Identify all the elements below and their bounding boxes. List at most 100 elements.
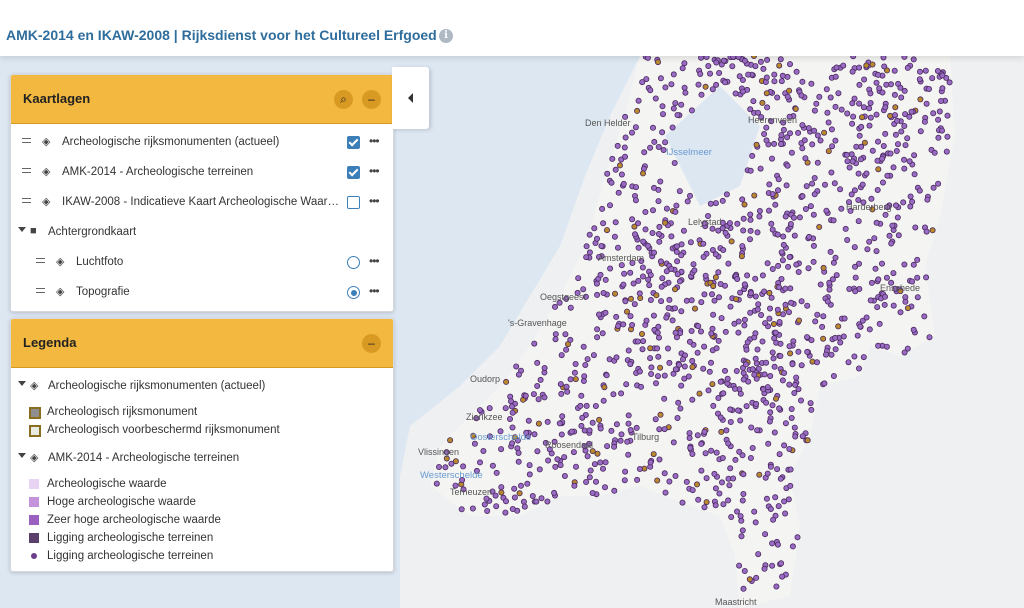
archaeology-site-dot[interactable] bbox=[613, 354, 620, 361]
archaeology-site-dot[interactable] bbox=[732, 385, 739, 392]
archaeology-site-dot[interactable] bbox=[738, 253, 745, 260]
archaeology-site-dot[interactable] bbox=[492, 492, 499, 499]
archaeology-site-dot[interactable] bbox=[766, 181, 773, 188]
archaeology-site-dot[interactable] bbox=[592, 402, 599, 409]
archaeology-site-dot[interactable] bbox=[709, 381, 716, 388]
archaeology-site-dot[interactable] bbox=[789, 543, 796, 550]
archaeology-site-dot[interactable] bbox=[856, 64, 863, 71]
archaeology-site-dot[interactable] bbox=[657, 364, 664, 371]
archaeology-site-dot[interactable] bbox=[848, 191, 855, 198]
archaeology-site-dot[interactable] bbox=[894, 214, 901, 221]
archaeology-site-dot[interactable] bbox=[657, 411, 664, 418]
archaeology-site-dot[interactable] bbox=[890, 164, 897, 171]
archaeology-site-dot[interactable] bbox=[717, 378, 724, 385]
archaeology-site-dot[interactable] bbox=[737, 289, 744, 296]
archaeology-site-dot[interactable] bbox=[934, 67, 941, 74]
archaeology-site-dot[interactable] bbox=[654, 345, 661, 352]
archaeology-site-dot[interactable] bbox=[656, 334, 663, 341]
archaeology-site-dot[interactable] bbox=[773, 395, 780, 402]
archaeology-site-dot[interactable] bbox=[735, 56, 742, 60]
archaeology-site-dot[interactable] bbox=[860, 354, 867, 361]
archaeology-site-dot[interactable] bbox=[757, 58, 764, 65]
archaeology-site-dot[interactable] bbox=[554, 456, 561, 463]
archaeology-site-dot[interactable] bbox=[713, 59, 720, 66]
archaeology-site-dot[interactable] bbox=[764, 56, 771, 63]
archaeology-site-dot[interactable] bbox=[513, 363, 520, 370]
archaeology-site-dot[interactable] bbox=[741, 201, 748, 208]
archaeology-site-dot[interactable] bbox=[761, 288, 768, 295]
archaeology-site-dot[interactable] bbox=[898, 128, 905, 135]
archaeology-site-dot[interactable] bbox=[448, 460, 455, 467]
archaeology-site-dot[interactable] bbox=[740, 369, 747, 376]
archaeology-site-dot[interactable] bbox=[678, 252, 685, 259]
archaeology-site-dot[interactable] bbox=[600, 465, 607, 472]
archaeology-site-dot[interactable] bbox=[754, 427, 761, 434]
archaeology-site-dot[interactable] bbox=[733, 367, 740, 374]
archaeology-site-dot[interactable] bbox=[678, 241, 685, 248]
archaeology-site-dot[interactable] bbox=[732, 90, 739, 97]
archaeology-site-dot[interactable] bbox=[558, 352, 565, 359]
archaeology-site-dot[interactable] bbox=[728, 513, 735, 520]
archaeology-site-dot[interactable] bbox=[650, 451, 657, 458]
archaeology-site-dot[interactable] bbox=[778, 78, 785, 85]
archaeology-site-dot[interactable] bbox=[799, 78, 806, 85]
archaeology-site-dot[interactable] bbox=[647, 355, 654, 362]
archaeology-site-dot[interactable] bbox=[594, 235, 601, 242]
archaeology-site-dot[interactable] bbox=[533, 498, 540, 505]
archaeology-site-dot[interactable] bbox=[856, 100, 863, 107]
archaeology-site-dot[interactable] bbox=[864, 246, 871, 253]
archaeology-site-dot[interactable] bbox=[889, 222, 896, 229]
archaeology-site-dot[interactable] bbox=[921, 118, 928, 125]
archaeology-site-dot[interactable] bbox=[730, 475, 737, 482]
archaeology-site-dot[interactable] bbox=[720, 246, 727, 253]
archaeology-site-dot[interactable] bbox=[770, 355, 777, 362]
archaeology-site-dot[interactable] bbox=[508, 403, 515, 410]
archaeology-site-dot[interactable] bbox=[650, 207, 657, 214]
archaeology-site-dot[interactable] bbox=[782, 420, 789, 427]
archaeology-site-dot[interactable] bbox=[810, 211, 817, 218]
archaeology-site-dot[interactable] bbox=[735, 329, 742, 336]
archaeology-site-dot[interactable] bbox=[747, 236, 754, 243]
archaeology-site-dot[interactable] bbox=[879, 155, 886, 162]
archaeology-site-dot[interactable] bbox=[804, 334, 811, 341]
archaeology-site-dot[interactable] bbox=[581, 373, 588, 380]
archaeology-site-dot[interactable] bbox=[858, 123, 865, 130]
archaeology-site-dot[interactable] bbox=[647, 459, 654, 466]
archaeology-site-dot[interactable] bbox=[671, 160, 678, 167]
archaeology-site-dot[interactable] bbox=[535, 396, 542, 403]
archaeology-site-dot[interactable] bbox=[824, 109, 831, 116]
archaeology-site-dot[interactable] bbox=[603, 372, 610, 379]
archaeology-site-dot[interactable] bbox=[683, 478, 690, 485]
archaeology-site-dot[interactable] bbox=[689, 487, 696, 494]
minus-icon[interactable]: – bbox=[362, 90, 381, 109]
archaeology-site-dot[interactable] bbox=[755, 365, 762, 372]
archaeology-site-dot[interactable] bbox=[830, 259, 837, 266]
archaeology-site-dot[interactable] bbox=[745, 71, 752, 78]
archaeology-site-dot[interactable] bbox=[655, 373, 662, 380]
archaeology-site-dot[interactable] bbox=[620, 281, 627, 288]
archaeology-site-dot[interactable] bbox=[722, 367, 729, 374]
archaeology-site-dot[interactable] bbox=[789, 361, 796, 368]
archaeology-site-dot[interactable] bbox=[694, 432, 701, 439]
archaeology-site-dot[interactable] bbox=[880, 56, 887, 61]
archaeology-site-dot[interactable] bbox=[710, 402, 717, 409]
archaeology-site-dot[interactable] bbox=[639, 346, 646, 353]
archaeology-site-dot[interactable] bbox=[676, 188, 683, 195]
archaeology-site-dot[interactable] bbox=[843, 151, 850, 158]
archaeology-site-dot[interactable] bbox=[612, 166, 619, 173]
archaeology-site-dot[interactable] bbox=[526, 462, 533, 469]
archaeology-site-dot[interactable] bbox=[703, 499, 710, 506]
archaeology-site-dot[interactable] bbox=[681, 375, 688, 382]
archaeology-site-dot[interactable] bbox=[433, 480, 440, 487]
more-options-icon[interactable]: ••• bbox=[369, 164, 380, 178]
archaeology-site-dot[interactable] bbox=[608, 179, 615, 186]
archaeology-site-dot[interactable] bbox=[727, 465, 734, 472]
archaeology-site-dot[interactable] bbox=[629, 321, 636, 328]
archaeology-site-dot[interactable] bbox=[829, 143, 836, 150]
archaeology-site-dot[interactable] bbox=[643, 76, 650, 83]
archaeology-site-dot[interactable] bbox=[768, 294, 775, 301]
archaeology-site-dot[interactable] bbox=[741, 281, 748, 288]
archaeology-site-dot[interactable] bbox=[657, 258, 664, 265]
archaeology-site-dot[interactable] bbox=[793, 68, 800, 75]
archaeology-site-dot[interactable] bbox=[926, 334, 933, 341]
